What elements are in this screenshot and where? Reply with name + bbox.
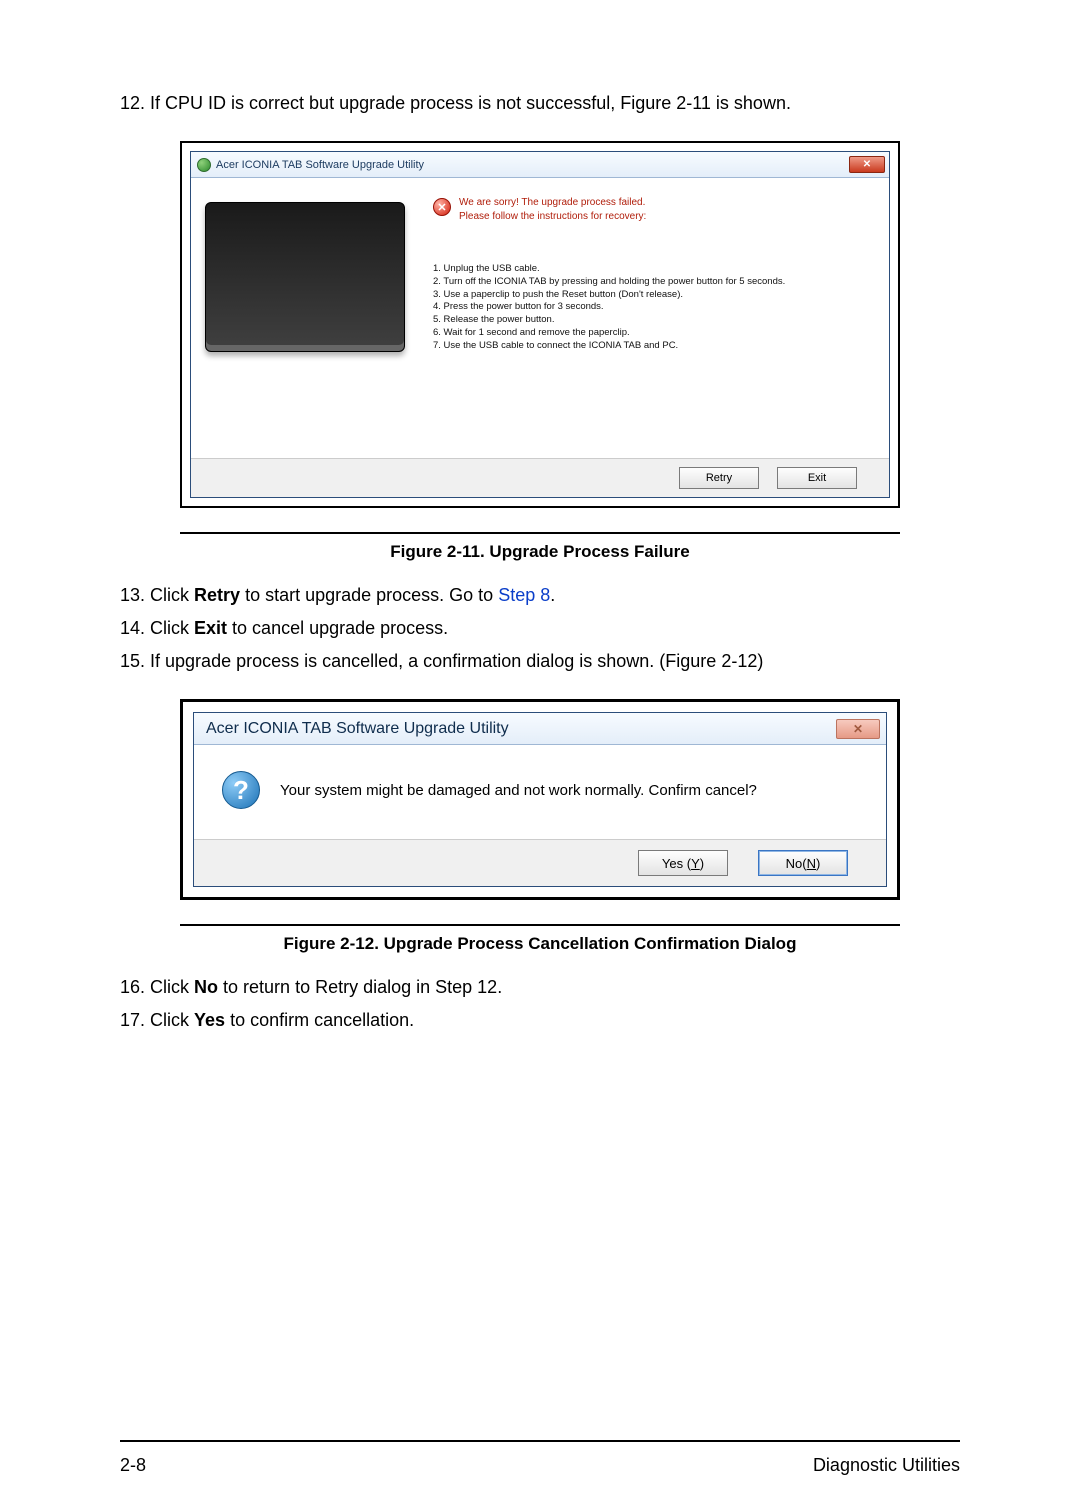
figure-divider <box>180 532 900 534</box>
instr-4: 4. Press the power button for 3 seconds. <box>433 301 871 314</box>
instr-7: 7. Use the USB cable to connect the ICON… <box>433 340 871 353</box>
footer-divider <box>120 1440 960 1442</box>
error-icon: ✕ <box>433 198 451 216</box>
window-title: Acer ICONIA TAB Software Upgrade Utility <box>216 159 424 171</box>
close-icon: ✕ <box>853 722 863 736</box>
fail-line-1: We are sorry! The upgrade process failed… <box>459 196 646 210</box>
exit-button[interactable]: Exit <box>777 467 857 489</box>
step-8-link[interactable]: Step 8 <box>498 585 550 605</box>
figure-divider <box>180 924 900 926</box>
dialog-close-button[interactable]: ✕ <box>836 719 880 739</box>
dialog-message: Your system might be damaged and not wor… <box>280 780 757 801</box>
fail-line-2: Please follow the instructions for recov… <box>459 210 646 224</box>
dialog-titlebar: Acer ICONIA TAB Software Upgrade Utility… <box>194 713 886 745</box>
instr-2: 2. Turn off the ICONIA TAB by pressing a… <box>433 276 871 289</box>
tablet-illustration <box>205 202 405 352</box>
no-button[interactable]: No(N) <box>758 850 848 876</box>
section-title: Diagnostic Utilities <box>813 1455 960 1476</box>
recovery-instructions: 1. Unplug the USB cable. 2. Turn off the… <box>433 263 871 353</box>
step-15: 15. If upgrade process is cancelled, a c… <box>120 648 960 675</box>
window-footer: Retry Exit <box>191 458 889 497</box>
instr-6: 6. Wait for 1 second and remove the pape… <box>433 327 871 340</box>
instr-5: 5. Release the power button. <box>433 314 871 327</box>
figure-2-11-container: Acer ICONIA TAB Software Upgrade Utility… <box>180 141 900 508</box>
figure-2-12-caption: Figure 2-12. Upgrade Process Cancellatio… <box>120 934 960 954</box>
question-icon: ? <box>222 771 260 809</box>
dialog-title: Acer ICONIA TAB Software Upgrade Utility <box>206 720 509 738</box>
page-number: 2-8 <box>120 1455 146 1476</box>
figure-2-11-caption: Figure 2-11. Upgrade Process Failure <box>120 542 960 562</box>
app-icon <box>197 158 211 172</box>
step-17: 17. Click Yes to confirm cancellation. <box>120 1007 960 1034</box>
step-16: 16. Click No to return to Retry dialog i… <box>120 974 960 1001</box>
close-button[interactable]: ✕ <box>849 156 885 173</box>
retry-button[interactable]: Retry <box>679 467 759 489</box>
step-14: 14. Click Exit to cancel upgrade process… <box>120 615 960 642</box>
instr-3: 3. Use a paperclip to push the Reset but… <box>433 289 871 302</box>
close-icon: ✕ <box>863 159 871 170</box>
yes-button[interactable]: Yes (Y) <box>638 850 728 876</box>
dialog-footer: Yes (Y) No(N) <box>194 839 886 886</box>
window-titlebar: Acer ICONIA TAB Software Upgrade Utility… <box>191 152 889 178</box>
step-12: 12. If CPU ID is correct but upgrade pro… <box>120 90 960 117</box>
upgrade-utility-window: Acer ICONIA TAB Software Upgrade Utility… <box>190 151 890 498</box>
step-13: 13. Click Retry to start upgrade process… <box>120 582 960 609</box>
instr-1: 1. Unplug the USB cable. <box>433 263 871 276</box>
figure-2-12-container: Acer ICONIA TAB Software Upgrade Utility… <box>180 699 900 900</box>
confirmation-dialog: Acer ICONIA TAB Software Upgrade Utility… <box>193 712 887 887</box>
